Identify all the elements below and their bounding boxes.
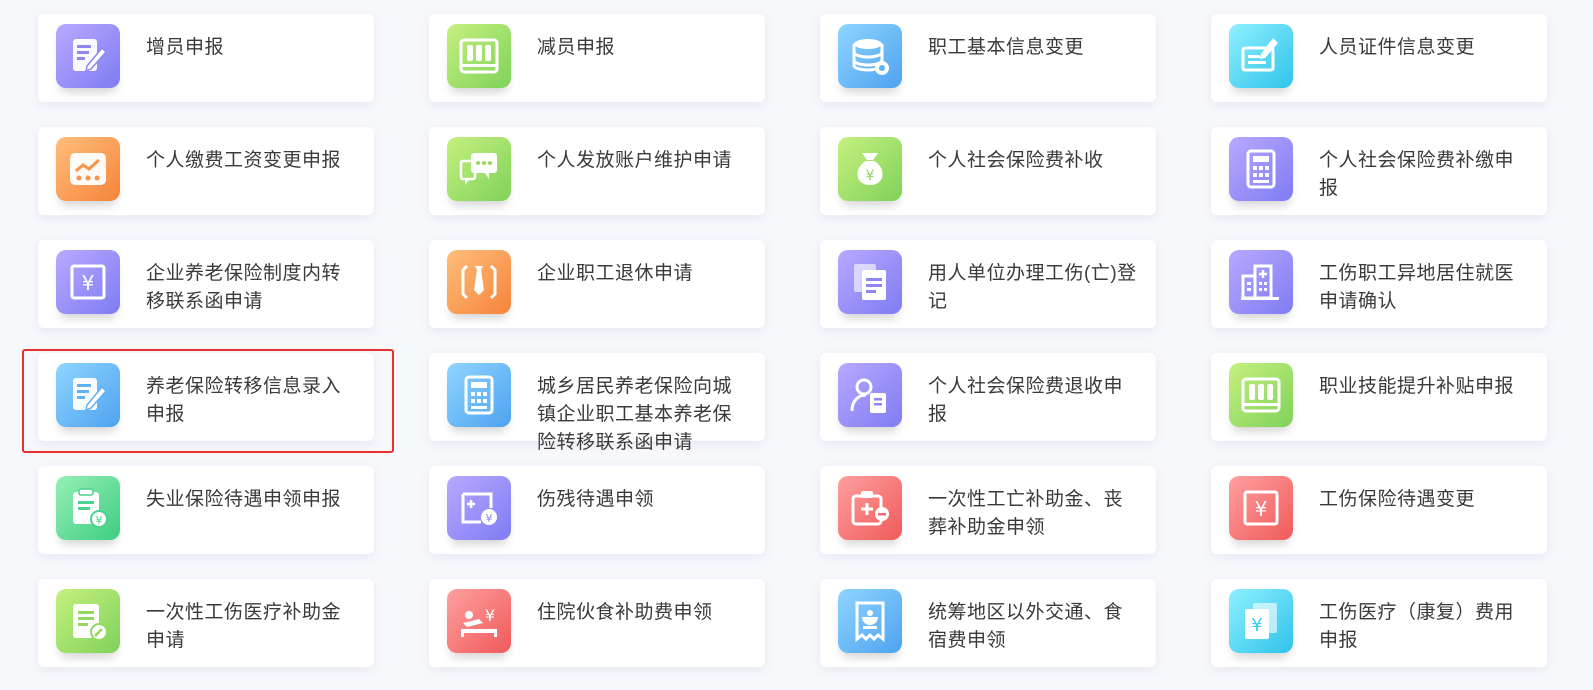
service-card-remove-staff[interactable]: 减员申报 [429,14,765,102]
svg-text:¥: ¥ [486,512,493,525]
service-card-pension-transfer-entry[interactable]: 养老保险转移信息录入申报 [38,353,374,441]
database-icon [838,24,902,88]
certificate-pen-icon [1229,24,1293,88]
svg-text:¥: ¥ [485,606,495,625]
clipboard-yuan-icon: ¥ [56,476,120,540]
service-label: 用人单位办理工伤(亡)登记 [928,263,1137,312]
service-label: 企业养老保险制度内转移联系函申请 [146,263,342,312]
binders-icon [1229,363,1293,427]
chat-bubbles-icon [447,137,511,201]
service-card-enterprise-pension-transfer[interactable]: ¥ 企业养老保险制度内转移联系函申请 [38,240,374,328]
svg-text:¥: ¥ [866,168,875,184]
svg-text:¥: ¥ [1251,615,1262,636]
service-label: 工伤保险待遇变更 [1319,489,1476,510]
service-label: 养老保险转移信息录入申报 [146,376,342,425]
binders-icon [447,24,511,88]
service-card-medical-rehab-fee[interactable]: ¥ 工伤医疗（康复）费用申报 [1211,579,1547,667]
service-card-injury-benefit-change[interactable]: ¥ 工伤保险待遇变更 [1211,466,1547,554]
service-label: 个人社会保险费退收申报 [928,376,1124,425]
documents-icon [838,250,902,314]
service-card-urban-rural-pension-transfer[interactable]: 城乡居民养老保险向城镇企业职工基本养老保险转移联系函申请 [429,353,765,453]
service-label: 减员申报 [537,37,616,58]
person-document-icon [838,363,902,427]
service-label: 一次性工伤医疗补助金申请 [146,602,342,651]
money-bag-icon: ¥ [838,137,902,201]
service-grid: 增员申报 减员申报 职工基本信息变更 人员证件信息变更 个人缴费工资变更申报 个… [0,0,1593,690]
service-card-account-maintenance[interactable]: 个人发放账户维护申请 [429,127,765,215]
svg-text:¥: ¥ [96,514,103,527]
service-label: 增员申报 [146,37,225,58]
service-label: 失业保险待遇申领申报 [146,489,342,510]
patient-bed-icon: ¥ [447,589,511,653]
yuan-frame-icon: ¥ [56,250,120,314]
service-label: 统筹地区以外交通、食宿费申领 [928,602,1124,651]
service-card-one-time-medical-subsidy[interactable]: 一次性工伤医疗补助金申请 [38,579,374,667]
svg-text:¥: ¥ [1255,497,1268,521]
calculator-icon [1229,137,1293,201]
service-card-travel-accommodation[interactable]: 统筹地区以外交通、食宿费申领 [820,579,1156,667]
service-card-death-funeral-subsidy[interactable]: 一次性工亡补助金、丧葬补助金申领 [820,466,1156,554]
service-card-unemployment-benefit[interactable]: ¥ 失业保险待遇申领申报 [38,466,374,554]
document-pen-icon [56,24,120,88]
service-card-disability-benefit[interactable]: ¥ 伤残待遇申领 [429,466,765,554]
svg-text:¥: ¥ [82,271,95,295]
briefcase-tie-icon [447,250,511,314]
service-label: 住院伙食补助费申领 [537,602,713,623]
service-card-wage-change[interactable]: 个人缴费工资变更申报 [38,127,374,215]
service-label: 城乡居民养老保险向城镇企业职工基本养老保险转移联系函申请 [537,376,733,453]
service-label: 一次性工亡补助金、丧葬补助金申领 [928,489,1124,538]
service-label: 人员证件信息变更 [1319,37,1476,58]
medical-kit-icon [838,476,902,540]
service-card-add-staff[interactable]: 增员申报 [38,14,374,102]
service-card-work-injury-registration[interactable]: 用人单位办理工伤(亡)登记 [820,240,1156,328]
service-label: 个人社会保险费补收 [928,150,1104,171]
service-card-fee-refund[interactable]: 个人社会保险费退收申报 [820,353,1156,441]
service-card-remote-medical[interactable]: 工伤职工异地居住就医申请确认 [1211,240,1547,328]
receipt-bowl-icon [838,589,902,653]
service-card-retirement[interactable]: 企业职工退休申请 [429,240,765,328]
yuan-cards-icon: ¥ [1229,589,1293,653]
service-card-skill-subsidy[interactable]: 职业技能提升补贴申报 [1211,353,1547,441]
service-label: 个人发放账户维护申请 [537,150,733,171]
service-label: 企业职工退休申请 [537,263,694,284]
document-edit-icon [56,589,120,653]
service-label: 职工基本信息变更 [928,37,1085,58]
yuan-frame-icon: ¥ [1229,476,1293,540]
service-label: 伤残待遇申领 [537,489,655,510]
service-label: 个人社会保险费补缴申报 [1319,150,1515,199]
service-card-fee-supplement-payment[interactable]: 个人社会保险费补缴申报 [1211,127,1547,215]
trend-chart-icon [56,137,120,201]
hospital-building-icon [1229,250,1293,314]
service-label: 工伤医疗（康复）费用申报 [1319,602,1515,651]
service-card-fee-back-collection[interactable]: ¥ 个人社会保险费补收 [820,127,1156,215]
service-card-hospital-meal-subsidy[interactable]: ¥ 住院伙食补助费申领 [429,579,765,667]
service-label: 个人缴费工资变更申报 [146,150,342,171]
service-card-basic-info-change[interactable]: 职工基本信息变更 [820,14,1156,102]
medical-card-icon: ¥ [447,476,511,540]
service-label: 职业技能提升补贴申报 [1319,376,1515,397]
service-card-id-info-change[interactable]: 人员证件信息变更 [1211,14,1547,102]
calculator-icon [447,363,511,427]
document-pen-icon [56,363,120,427]
service-label: 工伤职工异地居住就医申请确认 [1319,263,1515,312]
